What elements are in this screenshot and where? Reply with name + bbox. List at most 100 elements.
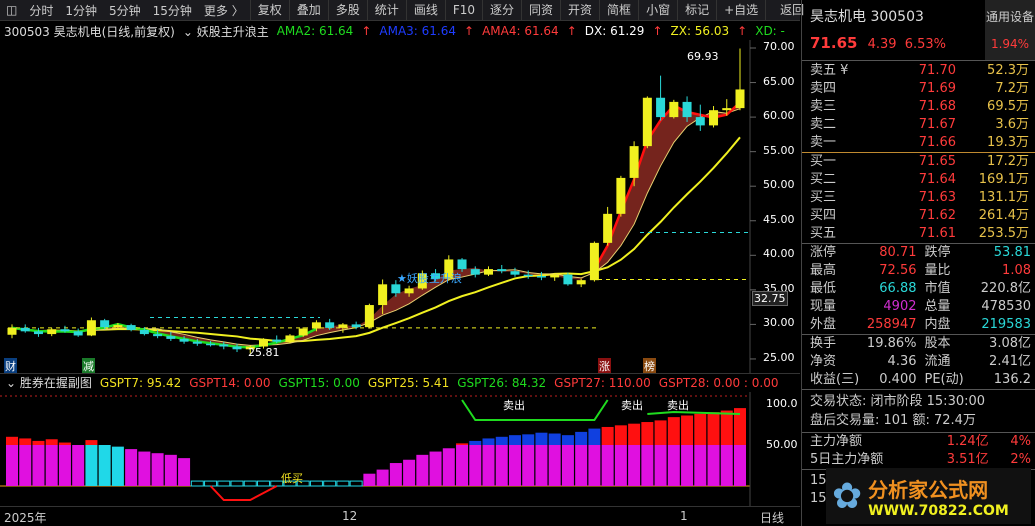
- bid-book: 买一 71.65 17.2万 买二 71.64 169.1万 买三 71.63 131.1万 买四…: [802, 152, 1035, 243]
- time-label-2025: 2025年: [4, 511, 47, 525]
- book-row[interactable]: 买一 71.65 17.2万: [802, 153, 1035, 171]
- sub-bar: [548, 445, 561, 486]
- candle-body: [536, 276, 546, 278]
- stat-label: 市值: [924, 281, 951, 296]
- sub-bar: [667, 445, 680, 486]
- candle-body: [656, 97, 666, 118]
- candlestick-chart[interactable]: [0, 40, 800, 373]
- gspt15: GSPT15: 0.00: [278, 375, 360, 390]
- book-price: 71.70: [918, 63, 956, 78]
- gspt27: GSPT27: 110.00: [554, 375, 651, 390]
- btn-small-window[interactable]: 小窗: [638, 0, 677, 21]
- candle-body: [311, 322, 321, 329]
- candle-body: [735, 89, 745, 109]
- sub-bar-top: [588, 428, 601, 445]
- sub-bar: [151, 453, 164, 486]
- stat-row: 现量 4902 总量 478530: [802, 298, 1035, 316]
- mark-bang[interactable]: 榜: [643, 358, 656, 374]
- book-row[interactable]: 买三 71.63 131.1万: [802, 189, 1035, 207]
- book-row[interactable]: 卖五 ¥ 71.70 52.3万: [802, 62, 1035, 80]
- candle-body: [351, 324, 361, 328]
- stats-block-1: 涨停 80.71 跌停 53.81 最高 72.56 量比 1.08 最低 66.88 市值 220.…: [802, 243, 1035, 334]
- stock-name: 昊志机电 300503: [810, 9, 924, 25]
- book-row[interactable]: 卖三 71.68 69.5万: [802, 98, 1035, 116]
- stat-row: 最低 66.88 市值 220.8亿: [802, 280, 1035, 298]
- chart-title: 300503 昊志机电(日线,前复权): [4, 24, 175, 39]
- book-row[interactable]: 买四 71.62 261.4万: [802, 207, 1035, 225]
- book-row[interactable]: 卖四 71.69 7.2万: [802, 80, 1035, 98]
- stat-value: 2.41亿: [989, 354, 1031, 369]
- sector-box[interactable]: 通用设备 1.94%: [985, 0, 1035, 60]
- tab-15min[interactable]: 15分钟: [147, 2, 198, 19]
- sub-bar-top: [85, 440, 98, 445]
- stat-value: 219583: [981, 317, 1031, 332]
- btn-tongzi[interactable]: 同资: [521, 0, 560, 21]
- btn-multi[interactable]: 多股: [327, 0, 367, 21]
- stat-value: 0.400: [879, 372, 917, 387]
- sub-bar: [588, 445, 601, 486]
- sub-bar-top: [508, 435, 521, 445]
- tab-1min[interactable]: 1分钟: [59, 2, 103, 19]
- mark-jian[interactable]: 减: [82, 358, 95, 374]
- btn-overlay[interactable]: 叠加: [288, 0, 328, 21]
- btn-stats[interactable]: 统计: [366, 0, 406, 21]
- tab-fenshi[interactable]: 分时: [23, 2, 59, 19]
- sub-bar: [58, 445, 71, 486]
- candle-body: [33, 331, 43, 335]
- candle-body: [325, 322, 335, 328]
- candle-body: [285, 335, 295, 342]
- sub-bar: [469, 445, 482, 486]
- book-level: 卖一: [810, 135, 837, 150]
- book-row[interactable]: 买五 71.61 253.5万: [802, 225, 1035, 243]
- book-row[interactable]: 买二 71.64 169.1万: [802, 171, 1035, 189]
- ama4-value: AMA4: 61.64: [482, 24, 559, 38]
- period-button[interactable]: 日线: [760, 509, 784, 526]
- tab-5min[interactable]: 5分钟: [103, 2, 147, 19]
- flow-value: 3.51亿: [946, 452, 989, 467]
- sub-indicator-header: ⌄ 胜券在握副图 GSPT7: 95.42 GSPT14: 0.00 GSPT1…: [0, 373, 800, 391]
- sub-bar: [561, 445, 574, 486]
- btn-zhufen[interactable]: 逐分: [482, 0, 521, 21]
- book-level: 卖四: [810, 81, 837, 96]
- tab-more[interactable]: 更多 〉: [198, 2, 250, 19]
- panel-toggle-icon[interactable]: ◫: [0, 3, 23, 17]
- zx-value: ZX: 56.03: [670, 24, 730, 38]
- btn-mark[interactable]: 标记: [677, 0, 716, 21]
- btn-kaizi[interactable]: 开资: [560, 0, 599, 21]
- btn-fuquan[interactable]: 复权: [249, 0, 289, 21]
- sell-signal-line: [461, 399, 609, 421]
- sell-label-1: 卖出: [503, 399, 525, 412]
- sub-bar-top: [58, 442, 71, 445]
- sub-bar-top: [667, 417, 680, 445]
- stat-value: 4.36: [887, 354, 917, 369]
- candle-body: [338, 324, 348, 328]
- candle-body: [523, 274, 533, 277]
- sub-bar: [349, 480, 363, 487]
- btn-f10[interactable]: F10: [444, 0, 482, 21]
- sub-bar-top: [628, 423, 641, 445]
- gspt25: GSPT25: 5.41: [367, 375, 450, 390]
- mark-zhang[interactable]: 涨: [598, 358, 611, 374]
- btn-jiankuang[interactable]: 简框: [599, 0, 638, 21]
- candle-body: [550, 274, 560, 278]
- btn-draw[interactable]: 画线: [405, 0, 445, 21]
- stat-label: 总量: [924, 299, 951, 314]
- book-row[interactable]: 卖一 71.66 19.3万: [802, 134, 1035, 152]
- sub-bar: [681, 445, 694, 486]
- sub-bar: [256, 480, 270, 487]
- ama3-value: AMA3: 61.64: [379, 24, 457, 38]
- price-change: 4.39: [867, 37, 897, 52]
- sub-bar-top: [482, 438, 495, 445]
- book-price: 71.69: [918, 81, 956, 96]
- stat-row: 换手 19.86% 股本 3.08亿: [802, 335, 1035, 353]
- stat-label: 现量: [810, 299, 837, 314]
- candle-body: [73, 331, 83, 336]
- stat-label: 净资: [810, 354, 837, 369]
- btn-add-watch[interactable]: +自选: [716, 0, 765, 21]
- indicator-select[interactable]: ⌄ 妖股主升浪主: [183, 23, 269, 40]
- mark-cai[interactable]: 财: [4, 358, 17, 374]
- book-row[interactable]: 卖二 71.67 3.6万: [802, 116, 1035, 134]
- watermark-name: 分析家公式网: [868, 477, 989, 502]
- sub-indicator-select[interactable]: ⌄ 胜券在握副图: [6, 374, 92, 391]
- sub-bar: [336, 480, 350, 487]
